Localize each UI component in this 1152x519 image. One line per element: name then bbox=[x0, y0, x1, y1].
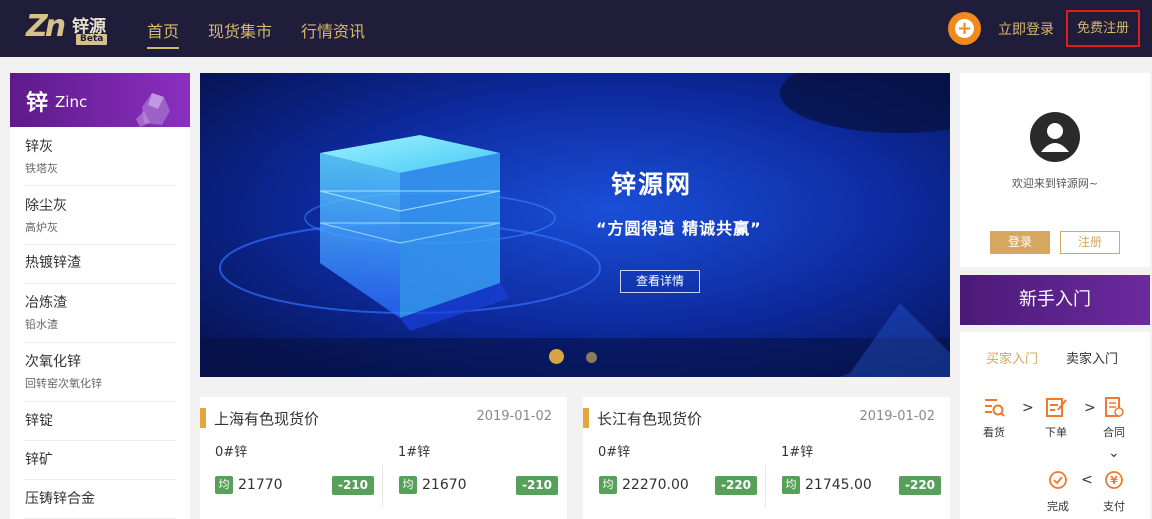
plus-icon: + bbox=[955, 18, 974, 39]
banner-slogan: “方圆得道 精诚共赢” bbox=[596, 219, 762, 238]
banner-artwork bbox=[200, 73, 950, 377]
divider bbox=[765, 465, 766, 507]
category-header-en: Zinc bbox=[55, 93, 88, 111]
category-item[interactable]: 次氧化锌 回转窑次氧化锌 bbox=[24, 343, 176, 402]
price-card-shanghai: 上海有色现货价 2019-01-02 0#锌 均 21770 -210 1#锌 … bbox=[200, 397, 567, 519]
average-badge: 均 bbox=[599, 476, 617, 494]
search-document-icon bbox=[985, 399, 1005, 417]
divider bbox=[382, 465, 383, 507]
chevron-down-icon: ⌄ bbox=[1108, 445, 1120, 461]
price-change: -210 bbox=[332, 476, 375, 495]
category-item-title: 次氧化锌 bbox=[25, 354, 81, 370]
title-accent-bar bbox=[200, 408, 206, 428]
category-item-title: 锌矿 bbox=[25, 452, 53, 468]
category-item[interactable]: 锌灰 铁塔灰 bbox=[24, 127, 176, 186]
category-item-subtitle: 回转窑次氧化锌 bbox=[25, 377, 102, 390]
category-item-subtitle: 铁塔灰 bbox=[25, 162, 58, 175]
price-grade: 1#锌 bbox=[398, 445, 431, 460]
category-panel: 锌 Zinc 锌灰 铁塔灰 除尘灰 高炉灰 热镀锌渣 冶炼渣 铅水渣 次氧化锌 … bbox=[10, 73, 190, 519]
price-change: -220 bbox=[899, 476, 942, 495]
login-link[interactable]: 立即登录 bbox=[998, 19, 1054, 39]
site-logo[interactable]: Zn 锌源 Beta bbox=[26, 9, 108, 46]
svg-text:¥: ¥ bbox=[1110, 474, 1118, 487]
hero-banner[interactable]: 锌源网 “方圆得道 精诚共赢” 查看详情 bbox=[200, 73, 950, 377]
price-card-title[interactable]: 长江有色现货价 bbox=[597, 408, 702, 429]
category-item[interactable]: 压铸锌合金 bbox=[24, 480, 176, 519]
price-value: 21745.00 bbox=[805, 477, 872, 493]
step-label: 支付 bbox=[1103, 500, 1125, 513]
price-value: 21770 bbox=[238, 477, 283, 493]
average-badge: 均 bbox=[215, 476, 233, 494]
banner-view-details-button[interactable]: 查看详情 bbox=[620, 270, 700, 293]
welcome-text: 欢迎来到锌源网~ bbox=[1011, 177, 1099, 190]
tab-buyer-guide[interactable]: 买家入门 bbox=[986, 348, 1038, 367]
price-grade: 0#锌 bbox=[598, 445, 631, 460]
category-item-subtitle: 铅水渣 bbox=[25, 318, 58, 331]
newbie-guide-panel: 买家入门 卖家入门 看货 > 下单 > 合同 ⌄ 完成 < ¥ 支付 bbox=[960, 332, 1150, 519]
logo-mark: Zn bbox=[26, 9, 66, 44]
category-item-title: 锌锭 bbox=[25, 413, 53, 429]
carousel-dot[interactable] bbox=[586, 352, 597, 363]
step-label: 下单 bbox=[1045, 426, 1067, 439]
nav-home[interactable]: 首页 bbox=[147, 18, 180, 49]
average-badge: 均 bbox=[782, 476, 800, 494]
price-card-date: 2019-01-02 bbox=[476, 409, 552, 424]
step-label: 合同 bbox=[1103, 426, 1125, 439]
category-header: 锌 Zinc bbox=[10, 73, 190, 127]
price-value: 22270.00 bbox=[622, 477, 689, 493]
check-circle-icon bbox=[1049, 471, 1067, 489]
category-item[interactable]: 锌矿 bbox=[24, 441, 176, 480]
category-item-title: 热镀锌渣 bbox=[25, 255, 81, 271]
chevron-right-icon: > bbox=[1022, 400, 1034, 416]
tab-seller-guide[interactable]: 卖家入门 bbox=[1066, 348, 1118, 367]
category-item[interactable]: 冶炼渣 铅水渣 bbox=[24, 284, 176, 343]
price-value: 21670 bbox=[422, 477, 467, 493]
beta-badge: Beta bbox=[76, 34, 108, 45]
price-card-changjiang: 长江有色现货价 2019-01-02 0#锌 均 22270.00 -220 1… bbox=[583, 397, 950, 519]
price-card-date: 2019-01-02 bbox=[859, 409, 935, 424]
user-panel: 欢迎来到锌源网~ 登录 注册 bbox=[960, 73, 1150, 267]
register-button[interactable]: 注册 bbox=[1060, 231, 1120, 254]
banner-title: 锌源网 bbox=[611, 170, 693, 199]
step-label: 看货 bbox=[983, 426, 1005, 439]
avatar bbox=[1030, 112, 1080, 162]
category-item-subtitle: 高炉灰 bbox=[25, 221, 58, 234]
price-card-title[interactable]: 上海有色现货价 bbox=[214, 408, 319, 429]
chevron-left-icon: < bbox=[1081, 472, 1093, 488]
category-item-title: 压铸锌合金 bbox=[25, 491, 95, 507]
category-header-cn: 锌 bbox=[26, 91, 49, 116]
user-icon bbox=[1041, 123, 1069, 152]
crystal-icon bbox=[136, 93, 170, 127]
price-grade: 1#锌 bbox=[781, 445, 814, 460]
category-item[interactable]: 热镀锌渣 bbox=[24, 245, 176, 284]
yuan-coin-icon: ¥ bbox=[1105, 471, 1123, 489]
free-register-link[interactable]: 免费注册 bbox=[1066, 10, 1140, 47]
title-accent-bar bbox=[583, 408, 589, 428]
category-item-title: 锌灰 bbox=[25, 139, 53, 155]
step-label: 完成 bbox=[1047, 500, 1069, 513]
category-item-title: 除尘灰 bbox=[25, 198, 67, 214]
price-change: -210 bbox=[516, 476, 559, 495]
contract-icon bbox=[1105, 397, 1124, 417]
category-item-title: 冶炼渣 bbox=[25, 295, 67, 311]
top-header: Zn 锌源 Beta 首页 现货集市 行情资讯 + 立即登录 免费注册 bbox=[0, 0, 1152, 57]
nav-spot-market[interactable]: 现货集市 bbox=[208, 18, 272, 42]
nav-market-news[interactable]: 行情资讯 bbox=[301, 18, 365, 42]
publish-plus-button[interactable]: + bbox=[948, 12, 981, 45]
price-grade: 0#锌 bbox=[215, 445, 248, 460]
edit-document-icon bbox=[1046, 398, 1067, 417]
login-button[interactable]: 登录 bbox=[990, 231, 1050, 254]
category-item[interactable]: 除尘灰 高炉灰 bbox=[24, 186, 176, 245]
price-change: -220 bbox=[715, 476, 758, 495]
chevron-right-icon: > bbox=[1084, 400, 1096, 416]
category-item[interactable]: 锌锭 bbox=[24, 402, 176, 441]
average-badge: 均 bbox=[399, 476, 417, 494]
newbie-guide-header[interactable]: 新手入门 bbox=[960, 275, 1150, 325]
carousel-dot-active[interactable] bbox=[549, 349, 564, 364]
